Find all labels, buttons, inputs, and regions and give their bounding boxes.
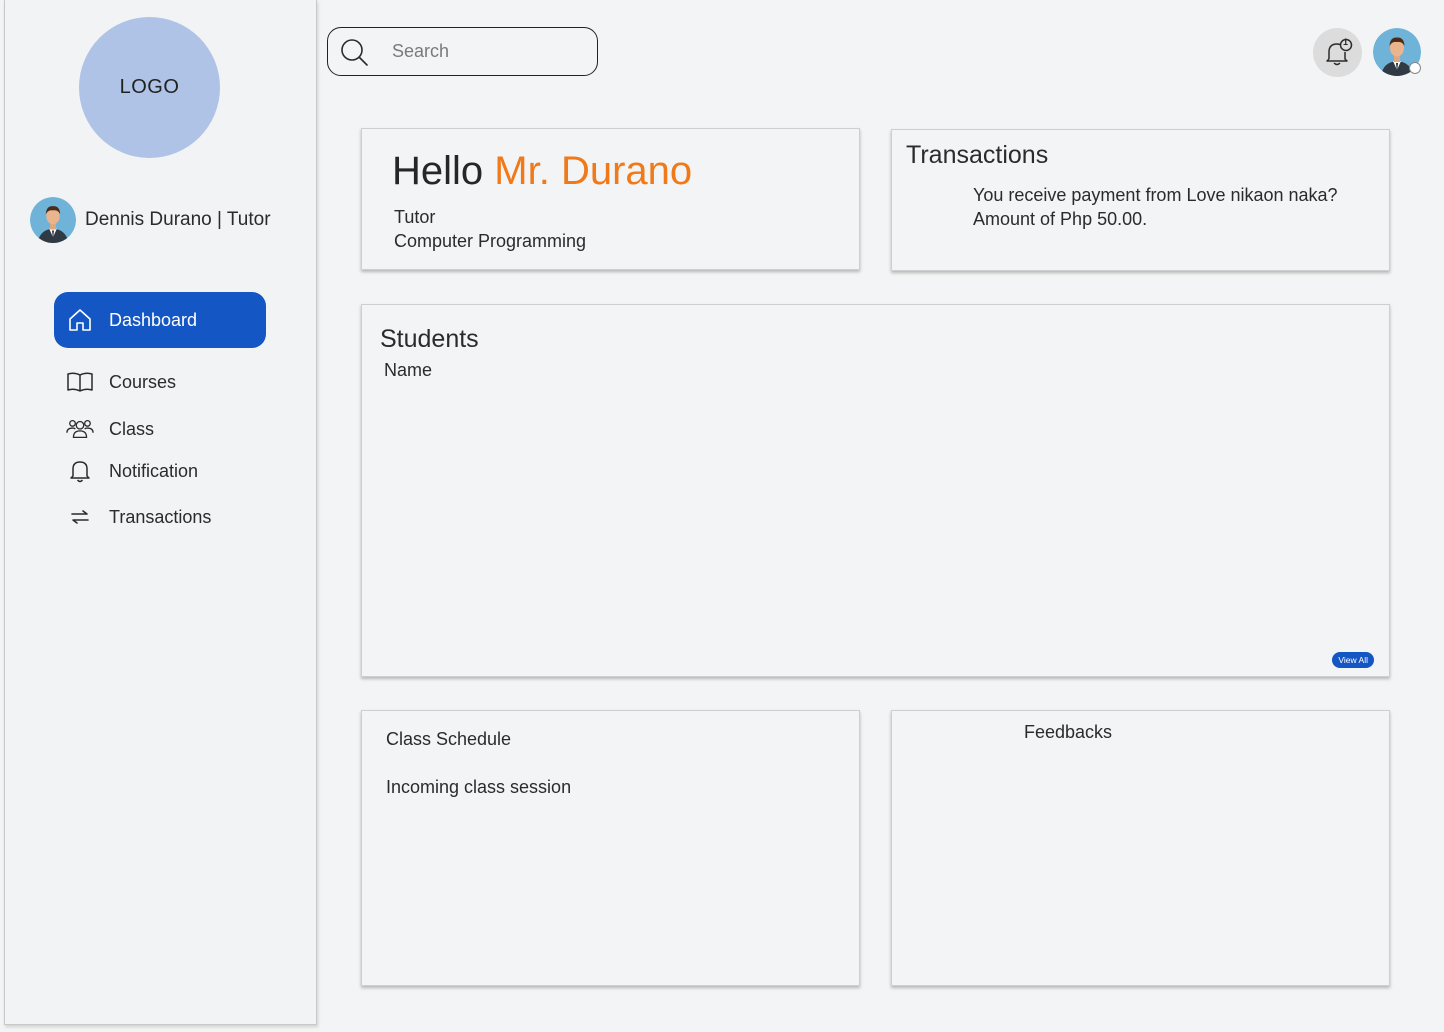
- feedbacks-card: Feedbacks: [891, 710, 1390, 986]
- sidebar-item-label: Class: [109, 418, 155, 439]
- greeting-heading: Hello Mr. Durano: [392, 149, 692, 194]
- view-all-button[interactable]: View All: [1332, 652, 1374, 668]
- transactions-card: Transactions You receive payment from Lo…: [891, 129, 1390, 271]
- chevron-down-icon[interactable]: [1409, 62, 1421, 74]
- search-bar[interactable]: [327, 27, 598, 76]
- students-title: Students: [380, 325, 479, 353]
- feedbacks-title: Feedbacks: [1024, 722, 1113, 742]
- user-avatar-button[interactable]: [1373, 28, 1421, 76]
- search-icon: [341, 38, 368, 66]
- profile-name: Dennis Durano | Tutor: [85, 209, 271, 230]
- swap-icon: [66, 503, 94, 531]
- notification-button[interactable]: 1: [1313, 28, 1362, 77]
- schedule-subtitle: Incoming class session: [386, 777, 572, 797]
- sidebar-item-dashboard[interactable]: Dashboard: [54, 292, 266, 348]
- class-schedule-card: Class Schedule Incoming class session: [361, 710, 860, 986]
- transactions-title: Transactions: [906, 141, 1049, 169]
- logo[interactable]: LOGO: [79, 17, 220, 158]
- sidebar-item-label: Transactions: [109, 506, 212, 527]
- sidebar-item-label: Courses: [109, 371, 177, 392]
- sidebar-item-transactions[interactable]: Transactions: [54, 489, 266, 545]
- greeting-name: Mr. Durano: [494, 149, 693, 193]
- book-icon: [66, 368, 94, 396]
- sidebar-item-label: Notification: [109, 460, 199, 481]
- bell-icon: [66, 457, 94, 485]
- group-icon: [66, 415, 94, 443]
- transaction-line: You receive payment from Love nikaon nak…: [973, 185, 1338, 205]
- sidebar-item-label: Dashboard: [109, 309, 198, 330]
- notification-count: 1: [1342, 37, 1348, 47]
- home-icon: [66, 306, 94, 334]
- column-header-name: Name: [384, 360, 433, 380]
- greeting-details: Tutor Computer Programming: [394, 205, 586, 253]
- greeting-card: Hello Mr. Durano Tutor Computer Programm…: [361, 128, 860, 270]
- avatar: [30, 197, 76, 243]
- sidebar: LOGO Dennis Durano | Tutor Dashboard Cou…: [4, 0, 317, 1025]
- students-card: Students Name View All: [361, 304, 1390, 677]
- greeting-hello: Hello: [392, 149, 484, 193]
- user-profile[interactable]: Dennis Durano | Tutor: [30, 197, 271, 243]
- schedule-title: Class Schedule: [386, 729, 512, 749]
- greeting-subject: Computer Programming: [394, 231, 587, 251]
- transaction-amount: Amount of Php 50.00.: [973, 209, 1148, 229]
- greeting-role: Tutor: [394, 207, 436, 227]
- search-input[interactable]: [390, 40, 584, 63]
- transaction-message: You receive payment from Love nikaon nak…: [973, 183, 1338, 231]
- logo-text: LOGO: [119, 76, 180, 98]
